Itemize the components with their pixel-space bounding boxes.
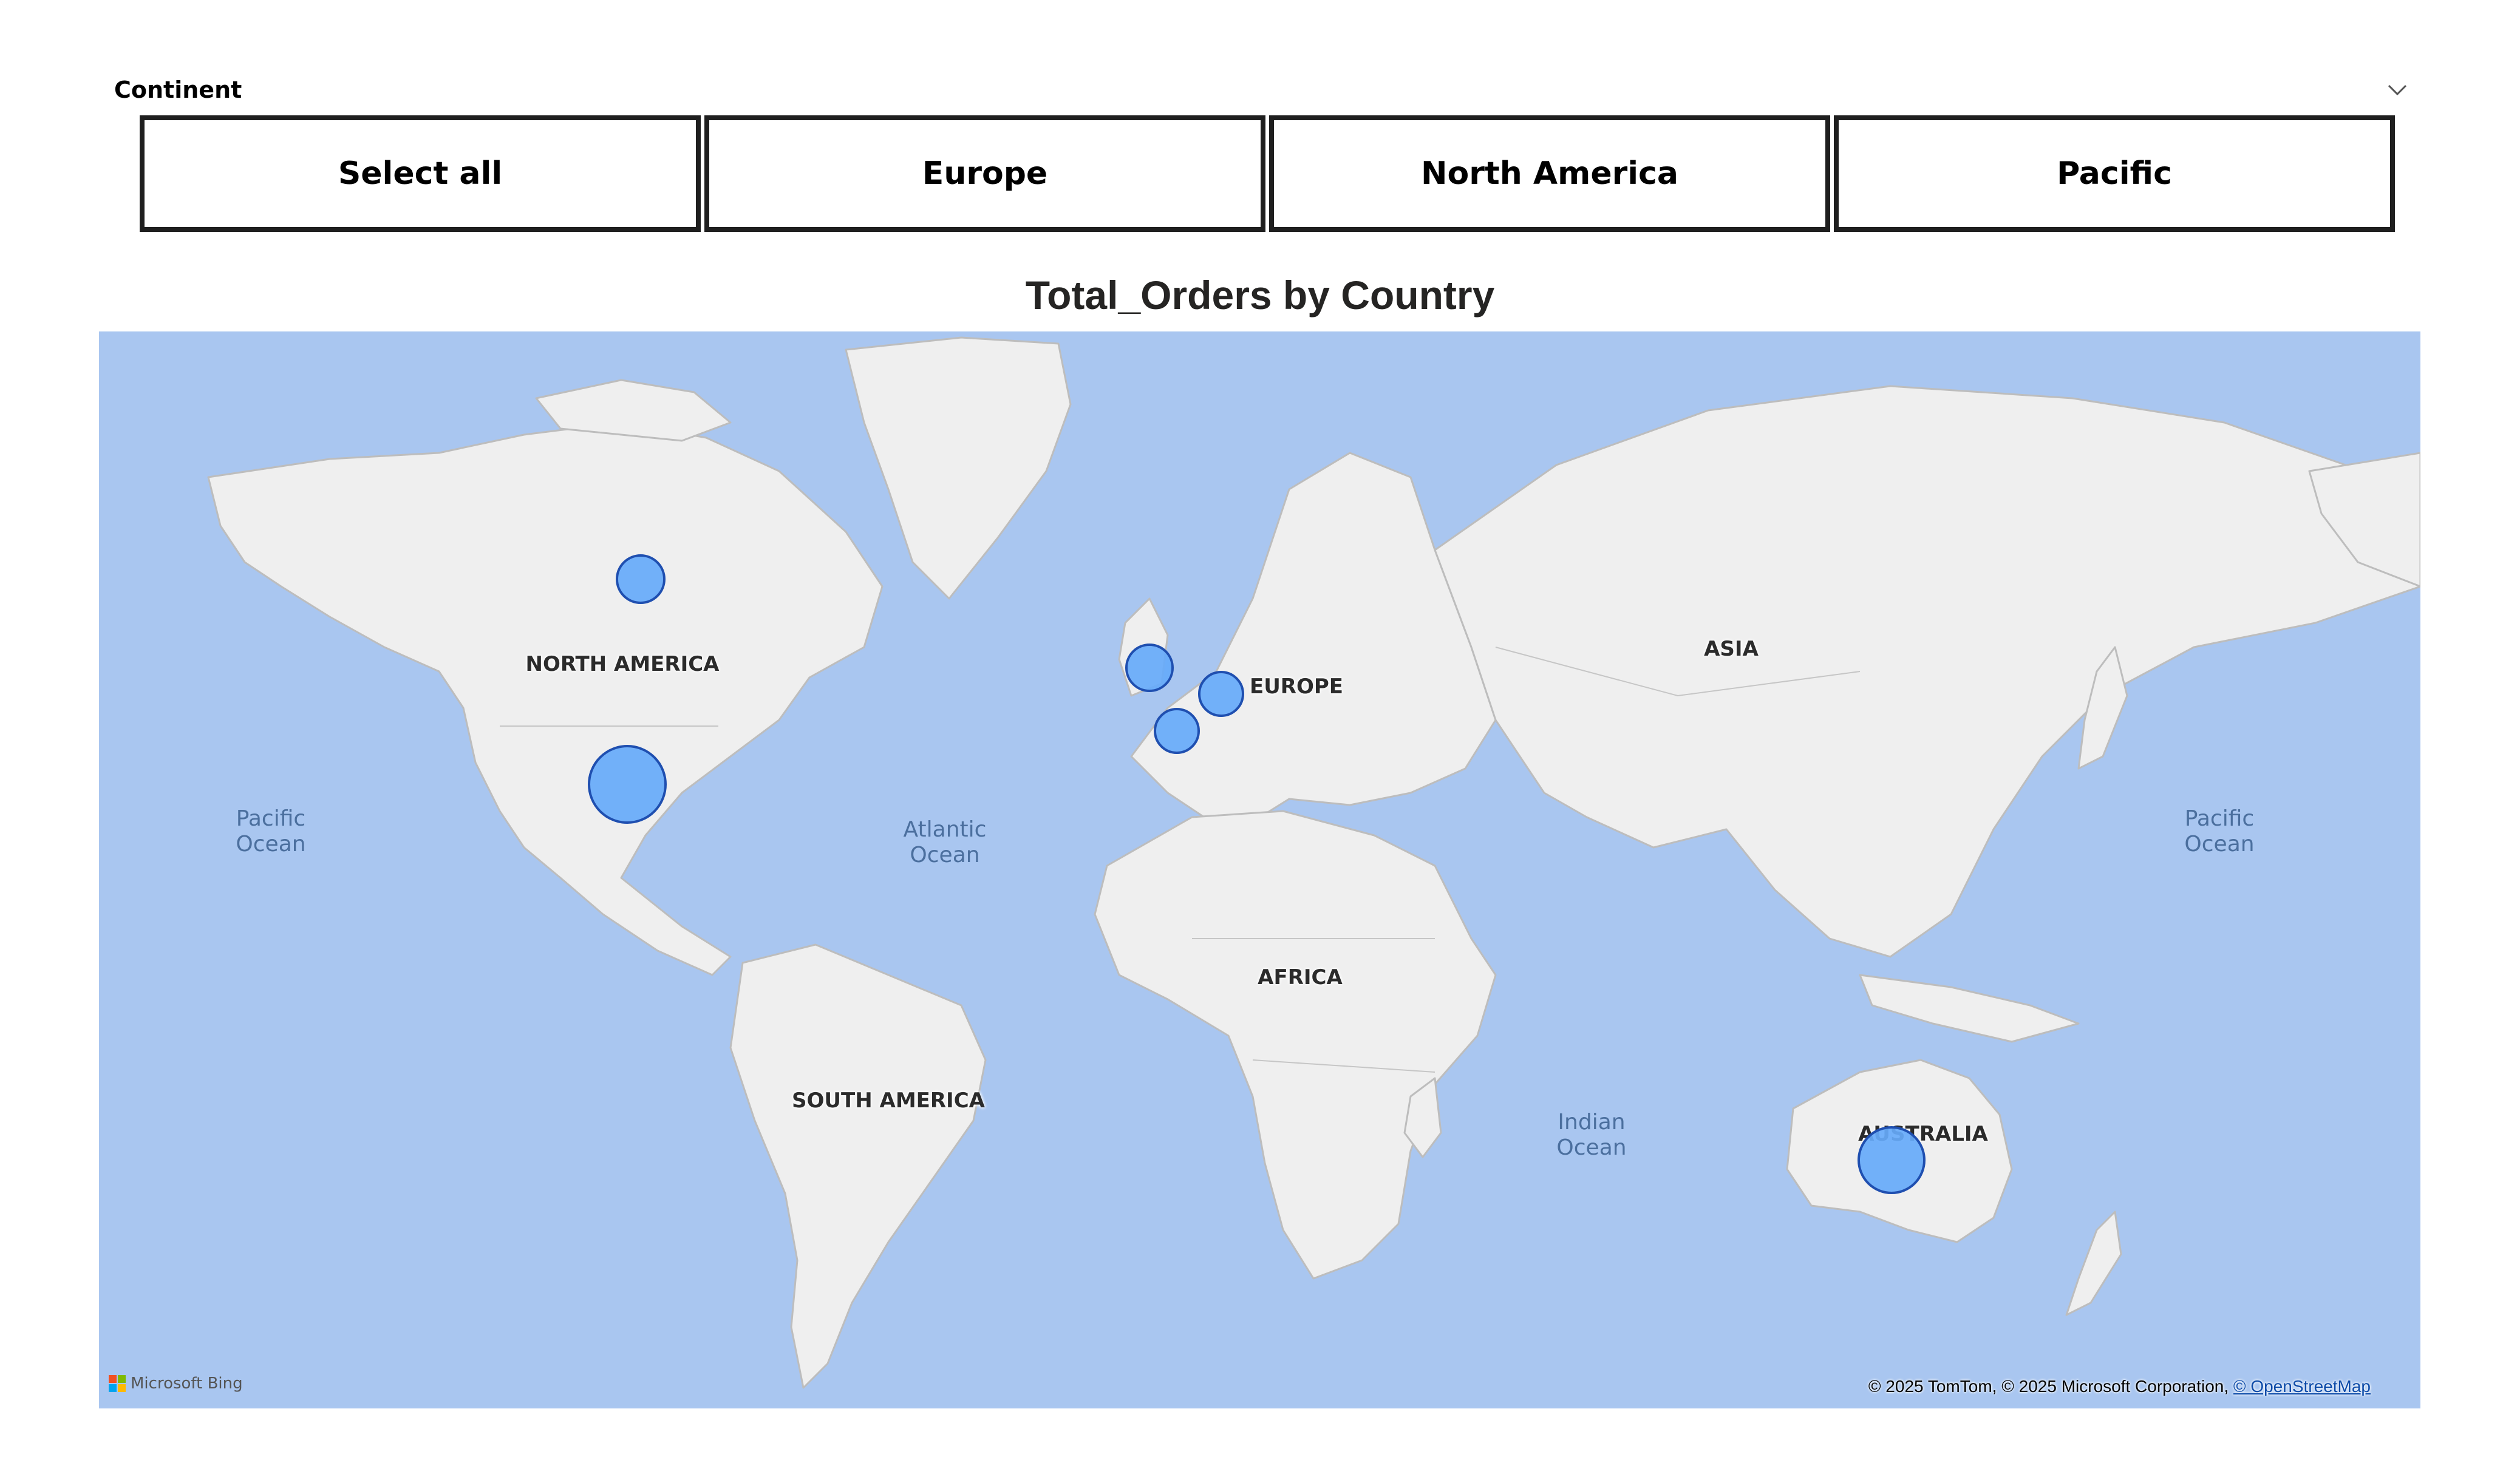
bubble-canada[interactable] (616, 554, 666, 604)
label-pacific-ocean-east: Pacific Ocean (2184, 806, 2255, 857)
chevron-down-icon[interactable] (2385, 78, 2409, 102)
label-africa: AFRICA (1258, 965, 1343, 990)
south-america-landmass (729, 943, 987, 1389)
greenland-landmass (845, 336, 1072, 600)
label-indian-ocean: Indian Ocean (1556, 1110, 1627, 1160)
label-pacific-ocean-west: Pacific Ocean (236, 806, 306, 857)
slicer-tile-select-all[interactable]: Select all (140, 115, 701, 232)
indonesia-islands (1859, 974, 2080, 1043)
slicer-tile-north-america[interactable]: North America (1269, 115, 1830, 232)
world-basemap (207, 336, 2420, 1389)
bubble-australia[interactable] (1858, 1126, 1926, 1194)
attribution-text: © 2025 TomTom, © 2025 Microsoft Corporat… (1868, 1377, 2229, 1396)
label-atlantic-ocean: Atlantic Ocean (903, 817, 987, 868)
bubble-united-kingdom[interactable] (1125, 644, 1174, 692)
map-visual[interactable]: NORTH AMERICA EUROPE ASIA AFRICA SOUTH A… (99, 331, 2420, 1408)
slicer-tile-europe[interactable]: Europe (704, 115, 1265, 232)
windows-logo-icon (109, 1375, 126, 1392)
slicer-title: Continent (114, 76, 242, 103)
visual-title: Total_Orders by Country (1025, 273, 1495, 318)
microsoft-bing-logo: Microsoft Bing (109, 1374, 243, 1393)
label-asia: ASIA (1704, 637, 1759, 661)
bubble-france[interactable] (1154, 708, 1200, 754)
africa-landmass (1094, 810, 1497, 1280)
label-north-america: NORTH AMERICA (525, 652, 720, 676)
continent-slicer: Select all Europe North America Pacific (140, 115, 2395, 232)
asia-landmass (1434, 385, 2420, 958)
bubble-germany[interactable] (1198, 671, 1244, 717)
map-attribution: © 2025 TomTom, © 2025 Microsoft Corporat… (1868, 1377, 2371, 1396)
label-europe: EUROPE (1249, 674, 1344, 699)
slicer-tile-pacific[interactable]: Pacific (1834, 115, 2395, 232)
openstreetmap-link[interactable]: © OpenStreetMap (2233, 1377, 2371, 1396)
bubble-united-states[interactable] (588, 745, 667, 824)
north-america-landmass (207, 421, 884, 976)
report-page: Continent Select all Europe North Americ… (0, 0, 2520, 1457)
label-south-america: SOUTH AMERICA (792, 1089, 985, 1113)
europe-landmass (1130, 452, 1497, 830)
new-zealand-landmass (2065, 1211, 2122, 1316)
map-brand-text: Microsoft Bing (131, 1374, 243, 1393)
